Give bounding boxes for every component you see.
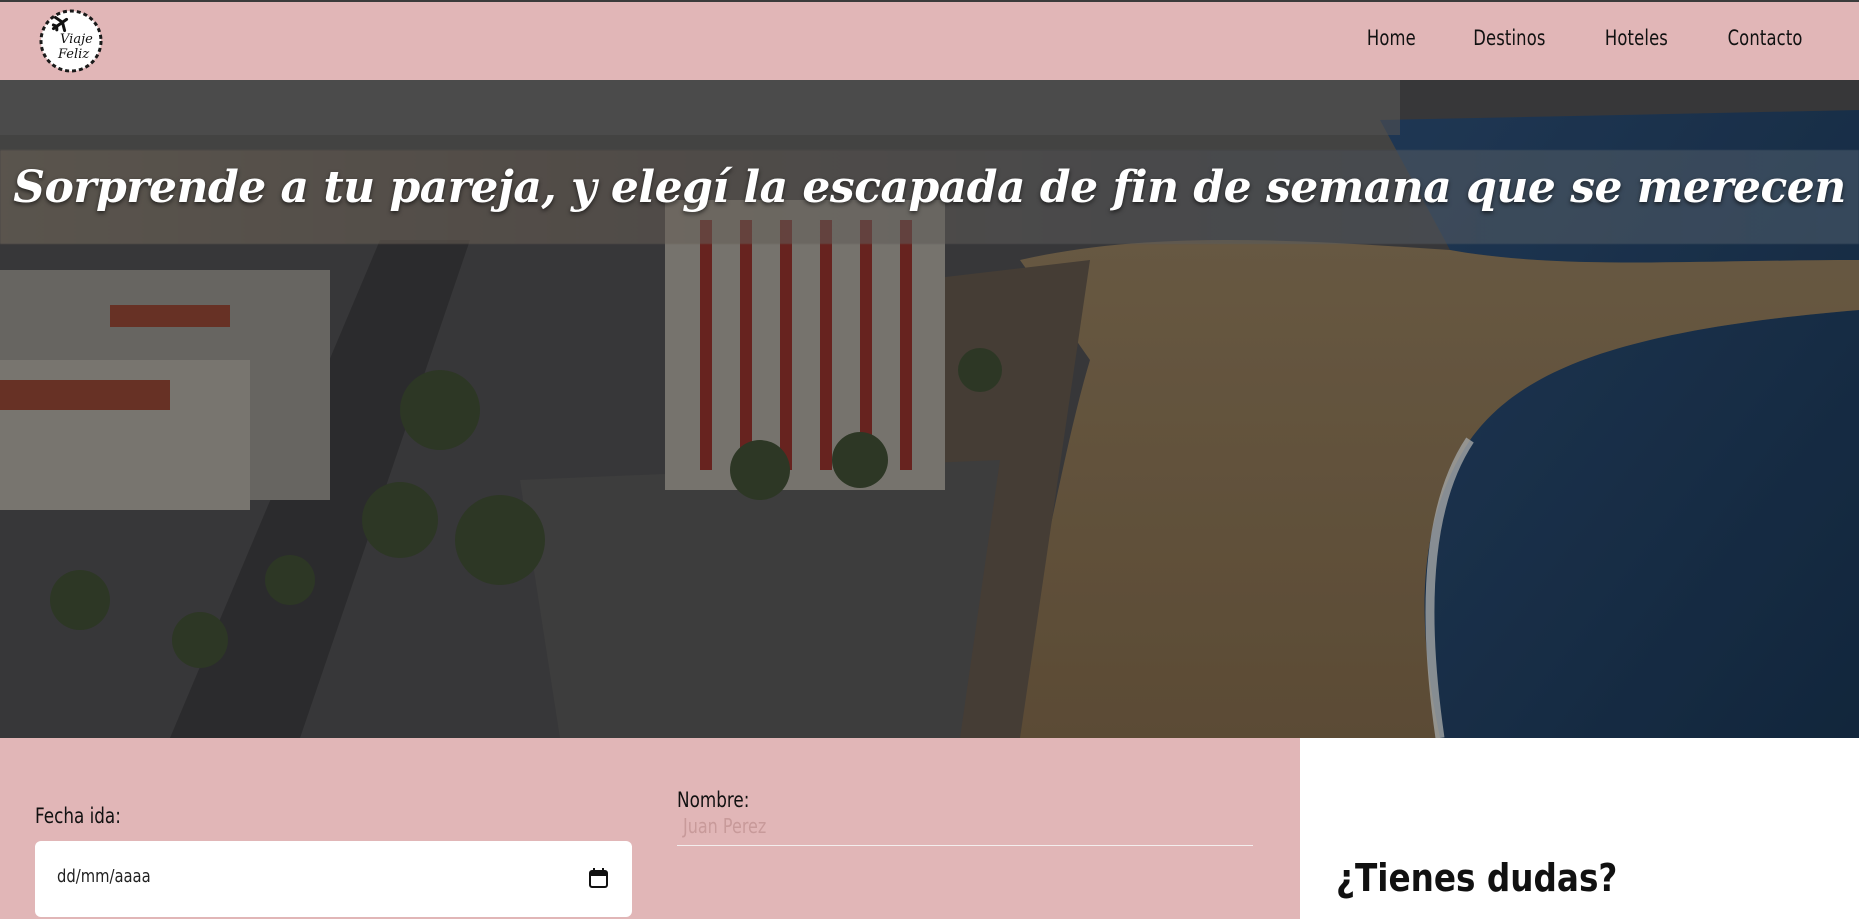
nav-hoteles[interactable]: Hoteles bbox=[1605, 26, 1668, 50]
nav-contacto[interactable]: Contacto bbox=[1727, 26, 1802, 50]
navbar: Viaje Feliz Home Destinos Hoteles Contac… bbox=[0, 0, 1859, 80]
hero-title: Sorprende a tu pareja, y elegí la escapa… bbox=[13, 162, 1846, 213]
date-input[interactable]: dd/mm/aaaa bbox=[35, 841, 632, 917]
date-input-value: dd/mm/aaaa bbox=[57, 866, 151, 887]
nav-home[interactable]: Home bbox=[1367, 26, 1416, 50]
faq-panel: ¿Tienes dudas? bbox=[1300, 738, 1859, 919]
faq-title: ¿Tienes dudas? bbox=[1336, 856, 1618, 900]
svg-text:Feliz: Feliz bbox=[57, 47, 89, 62]
calendar-icon[interactable] bbox=[589, 868, 608, 888]
name-input[interactable]: Juan Perez bbox=[677, 808, 1253, 846]
main-nav: Home Destinos Hoteles Contacto bbox=[1360, 26, 1813, 50]
booking-form: Fecha ida: dd/mm/aaaa Nombre: Juan Perez bbox=[0, 738, 1300, 919]
hero-banner: Sorprende a tu pareja, y elegí la escapa… bbox=[0, 80, 1859, 738]
svg-text:Viaje: Viaje bbox=[60, 32, 93, 47]
date-label: Fecha ida: bbox=[35, 804, 121, 828]
brand-logo[interactable]: Viaje Feliz bbox=[38, 8, 104, 74]
nav-destinos[interactable]: Destinos bbox=[1473, 26, 1545, 50]
name-input-placeholder: Juan Perez bbox=[683, 814, 767, 838]
airplane-stamp-icon: Viaje Feliz bbox=[39, 9, 103, 73]
